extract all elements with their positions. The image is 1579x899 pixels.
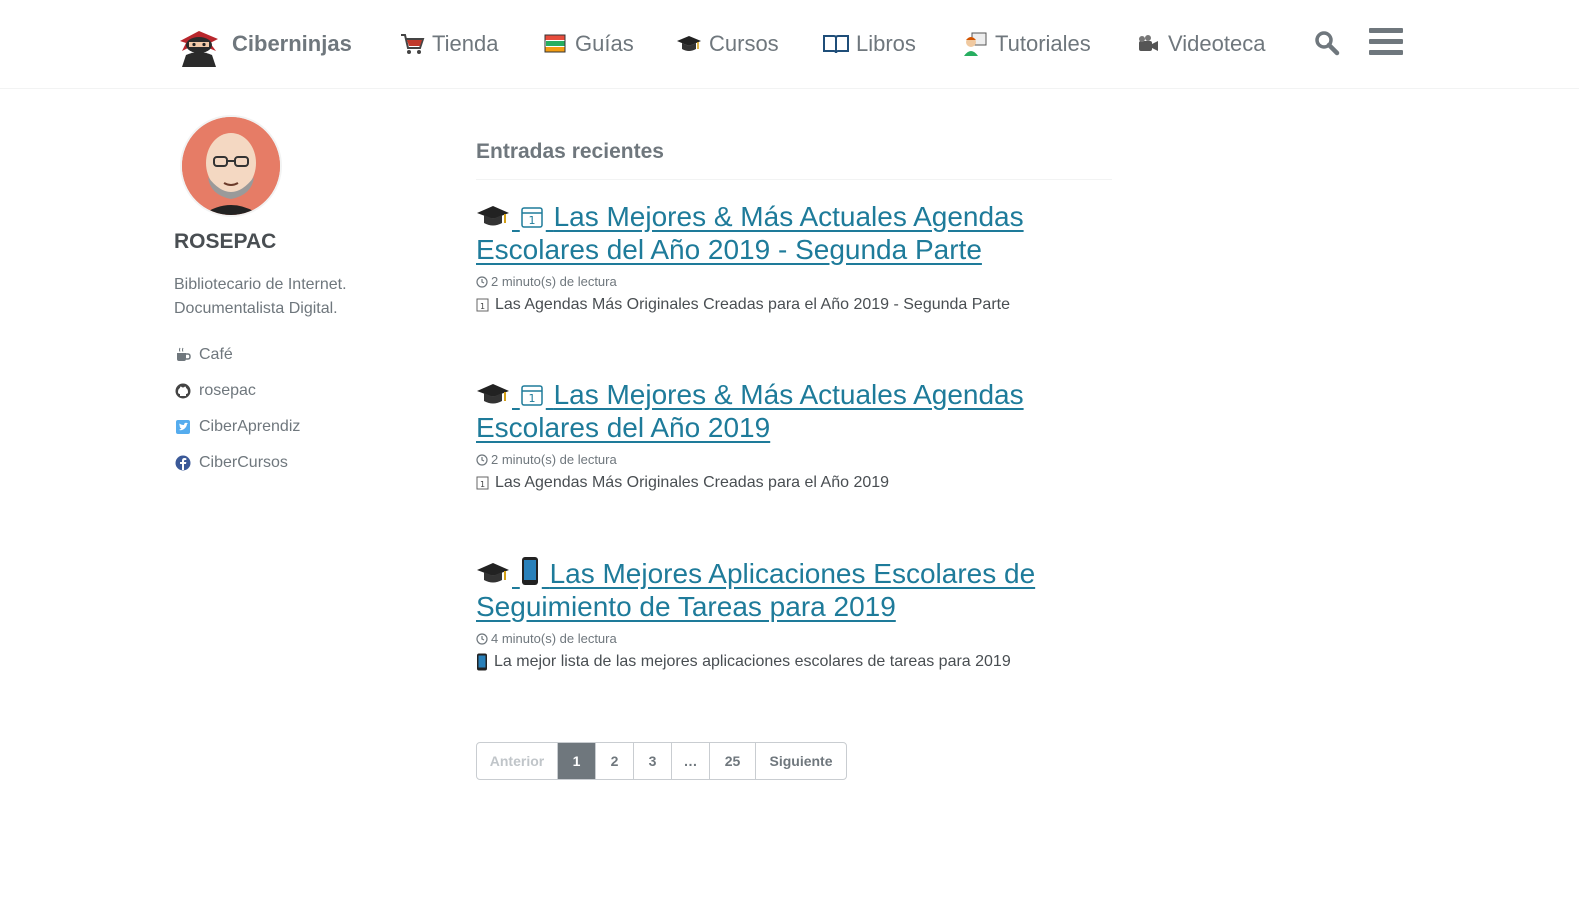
author-bio-line: Documentalista Digital. — [174, 300, 338, 317]
nav-label: Tienda — [432, 31, 499, 56]
books-icon — [541, 30, 569, 58]
author-link-label: CiberCursos — [199, 454, 288, 471]
author-bio: Bibliotecario de Internet. Documentalist… — [174, 273, 414, 321]
menu-bar — [1369, 28, 1403, 33]
section-title: Entradas recientes — [476, 140, 1112, 180]
nav-label: Libros — [856, 31, 916, 56]
pagination-page-button[interactable]: 3 — [634, 743, 672, 779]
post-meta: 4 minuto(s) de lectura — [476, 631, 1116, 646]
nav-label: Guías — [575, 31, 634, 56]
clock-icon — [476, 632, 488, 645]
author-bio-line: Bibliotecario de Internet. — [174, 276, 347, 293]
pagination-page-button[interactable]: 25 — [710, 743, 756, 779]
author-link-facebook[interactable]: CiberCursos — [175, 452, 288, 474]
post-title-link[interactable]: 1 Las Mejores & Más Actuales Agendas Esc… — [476, 200, 1116, 266]
post-item: 1 Las Mejores & Más Actuales Agendas Esc… — [476, 200, 1116, 314]
ninja-logo-icon — [180, 31, 218, 67]
post-excerpt-text: La mejor lista de las mejores aplicacion… — [494, 653, 1011, 670]
post-read-time: 2 minuto(s) de lectura — [491, 452, 617, 467]
post-excerpt: La mejor lista de las mejores aplicacion… — [476, 653, 1116, 671]
camera-icon — [1134, 30, 1162, 58]
calendar-icon: 1 — [476, 476, 489, 490]
post-read-time: 4 minuto(s) de lectura — [491, 631, 617, 646]
nav-item-libros[interactable]: Libros — [822, 27, 916, 61]
clock-icon — [476, 275, 488, 288]
post-title-text: Las Mejores Aplicaciones Escolares de Se… — [476, 558, 1036, 622]
author-link-cafe[interactable]: Café — [175, 344, 233, 366]
mobile-phone-icon — [520, 556, 540, 586]
svg-text:1: 1 — [480, 302, 485, 311]
post-item: 1 Las Mejores & Más Actuales Agendas Esc… — [476, 378, 1116, 492]
site-title: Ciberninjas — [232, 31, 352, 56]
graduation-cap-icon — [675, 30, 703, 58]
clock-icon — [476, 453, 488, 466]
post-excerpt-text: Las Agendas Más Originales Creadas para … — [495, 296, 1010, 313]
pagination-page-button[interactable]: 2 — [596, 743, 634, 779]
pagination: Anterior 1 2 3 … 25 Siguiente — [476, 742, 847, 780]
menu-bar — [1369, 50, 1403, 55]
post-excerpt-text: Las Agendas Más Originales Creadas para … — [495, 474, 890, 491]
nav-item-tienda[interactable]: Tienda — [398, 27, 498, 61]
open-book-icon — [822, 30, 850, 58]
search-icon — [1315, 31, 1340, 56]
post-excerpt: 1 Las Agendas Más Originales Creadas par… — [476, 474, 1116, 492]
calendar-icon: 1 — [520, 205, 544, 229]
search-button[interactable] — [1314, 30, 1340, 56]
svg-text:1: 1 — [528, 392, 535, 405]
post-title-text: Las Mejores & Más Actuales Agendas Escol… — [476, 379, 1024, 443]
calendar-icon: 1 — [520, 383, 544, 407]
pagination-next-button[interactable]: Siguiente — [756, 743, 846, 779]
nav-label: Cursos — [709, 31, 779, 56]
facebook-icon — [175, 455, 191, 471]
hamburger-menu-button[interactable] — [1369, 28, 1403, 60]
graduation-cap-icon — [476, 381, 510, 407]
pagination-page-button[interactable]: 1 — [558, 743, 596, 779]
author-link-label: Café — [199, 346, 233, 363]
post-meta: 2 minuto(s) de lectura — [476, 452, 1116, 467]
svg-text:1: 1 — [528, 214, 535, 227]
nav-item-tutoriales[interactable]: Tutoriales — [961, 27, 1091, 61]
post-item: Las Mejores Aplicaciones Escolares de Se… — [476, 556, 1116, 671]
post-title-link[interactable]: Las Mejores Aplicaciones Escolares de Se… — [476, 556, 1116, 623]
author-name: ROSEPAC — [174, 230, 277, 253]
pagination-ellipsis: … — [672, 743, 710, 779]
calendar-icon: 1 — [476, 298, 489, 312]
twitter-icon — [175, 419, 191, 435]
author-link-github[interactable]: rosepac — [175, 380, 256, 402]
author-avatar — [180, 115, 282, 217]
post-title-text: Las Mejores & Más Actuales Agendas Escol… — [476, 201, 1024, 265]
github-icon — [175, 383, 191, 399]
avatar-illustration — [182, 117, 280, 215]
author-link-twitter[interactable]: CiberAprendiz — [175, 416, 300, 438]
teacher-icon — [961, 30, 989, 58]
author-link-label: CiberAprendiz — [199, 418, 301, 435]
mobile-phone-icon — [476, 653, 488, 671]
nav-label: Videoteca — [1168, 31, 1266, 56]
nav-item-videoteca[interactable]: Videoteca — [1134, 27, 1265, 61]
author-link-label: rosepac — [199, 382, 256, 399]
shopping-cart-icon — [398, 30, 426, 58]
nav-item-guias[interactable]: Guías — [541, 27, 634, 61]
site-title-link[interactable]: Ciberninjas — [176, 21, 352, 67]
pagination-previous-button[interactable]: Anterior — [477, 743, 558, 779]
coffee-icon — [175, 347, 191, 363]
menu-bar — [1369, 39, 1403, 44]
graduation-cap-icon — [476, 560, 510, 586]
graduation-cap-icon — [476, 203, 510, 229]
post-excerpt: 1 Las Agendas Más Originales Creadas par… — [476, 296, 1116, 314]
post-read-time: 2 minuto(s) de lectura — [491, 274, 617, 289]
nav-item-cursos[interactable]: Cursos — [675, 27, 779, 61]
svg-text:1: 1 — [480, 480, 485, 489]
post-title-link[interactable]: 1 Las Mejores & Más Actuales Agendas Esc… — [476, 378, 1116, 444]
nav-label: Tutoriales — [995, 31, 1091, 56]
masthead: Ciberninjas Tienda Guías Cursos Libros T… — [0, 0, 1579, 89]
post-meta: 2 minuto(s) de lectura — [476, 274, 1116, 289]
